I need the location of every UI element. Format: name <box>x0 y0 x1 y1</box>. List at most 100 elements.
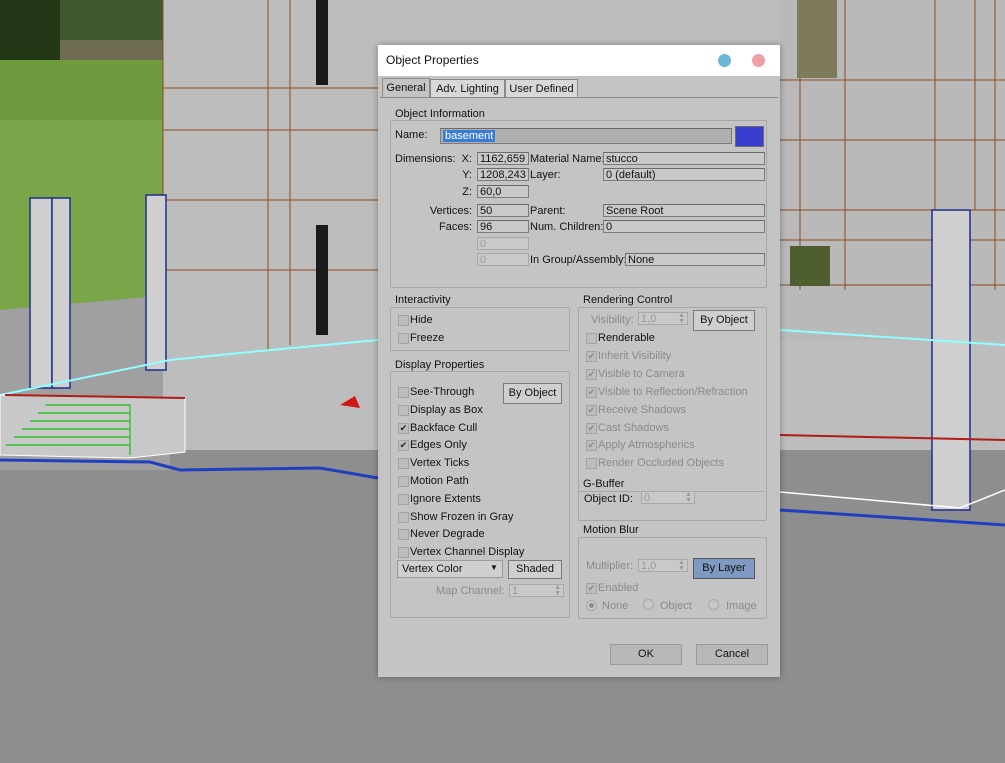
shaded-button[interactable]: Shaded <box>508 560 562 579</box>
group-assembly-field: None <box>625 253 765 266</box>
material-name-field: stucco <box>603 152 765 165</box>
visibility-value: 1,0 <box>641 313 657 325</box>
object-id-value: 0 <box>644 492 651 504</box>
vertex-color-value: Vertex Color <box>402 563 463 575</box>
material-name-label: Material Name: <box>530 153 605 165</box>
see-through-label: See-Through <box>410 386 475 398</box>
rendering-control-label: Rendering Control <box>581 294 675 306</box>
vertex-color-dropdown[interactable]: Vertex Color ▼ <box>397 560 503 578</box>
vertex-channel-display-label: Vertex Channel Display <box>410 546 525 559</box>
y-label: Y: <box>462 169 472 181</box>
visibility-spinner[interactable]: 1,0 ▲ ▼ <box>638 312 688 325</box>
x-label: X: <box>461 153 472 165</box>
receive-shadows-label: Receive Shadows <box>598 403 687 416</box>
multiplier-spinner[interactable]: 1,0 ▲ ▼ <box>638 559 688 572</box>
display-as-box-label: Display as Box <box>410 403 483 416</box>
tab-adv-lighting[interactable]: Adv. Lighting <box>430 79 505 98</box>
faces-field: 96 <box>477 220 529 233</box>
edges-only-label: Edges Only <box>410 439 467 452</box>
blur-image-label: Image <box>726 600 757 612</box>
vertex-channel-display-checkbox[interactable] <box>398 547 409 559</box>
apply-atmospherics-checkbox[interactable]: ✔ <box>586 440 597 452</box>
blur-object-radio[interactable] <box>643 599 654 610</box>
object-properties-dialog: Object Properties General Adv. Lighting … <box>378 45 780 677</box>
motion-blur-label: Motion Blur <box>581 524 641 536</box>
tab-divider <box>380 97 778 98</box>
object-information-label: Object Information <box>393 108 487 120</box>
blur-image-radio[interactable] <box>708 599 719 610</box>
render-occluded-objects-label: Render Occluded Objects <box>598 457 724 470</box>
visible-to-camera-label: Visible to Camera <box>598 367 685 380</box>
renderable-checkbox[interactable] <box>586 333 597 344</box>
dimensions-label: Dimensions: <box>395 153 456 165</box>
parent-field: Scene Root <box>603 204 765 217</box>
object-id-spinner[interactable]: 0 ▲ ▼ <box>641 491 695 504</box>
hide-checkbox[interactable] <box>398 315 409 326</box>
visible-to-reflection-refraction-label: Visible to Reflection/Refraction <box>598 385 748 398</box>
minimize-icon[interactable] <box>718 54 731 67</box>
z-label: Z: <box>462 186 472 198</box>
vertices-field: 50 <box>477 204 529 217</box>
motion-path-label: Motion Path <box>410 475 469 487</box>
visible-to-reflection-refraction-checkbox[interactable]: ✔ <box>586 386 597 398</box>
map-channel-value: 1 <box>512 585 519 597</box>
motion-path-checkbox[interactable] <box>398 476 409 487</box>
backface-cull-checkbox[interactable]: ✔ <box>398 422 409 434</box>
hide-label: Hide <box>410 314 433 326</box>
edges-only-checkbox[interactable]: ✔ <box>398 440 409 452</box>
display-by-object-button[interactable]: By Object <box>503 383 562 404</box>
spinner-arrows-icon: ▲ ▼ <box>678 559 685 572</box>
never-degrade-label: Never Degrade <box>410 528 485 541</box>
backface-cull-label: Backface Cull <box>410 421 478 434</box>
by-layer-button[interactable]: By Layer <box>693 558 755 579</box>
faces-label: Faces: <box>438 221 472 233</box>
motion-blur-enabled-checkbox[interactable]: ✔ <box>586 583 597 594</box>
multiplier-label: Multiplier: <box>586 560 634 572</box>
cancel-button[interactable]: Cancel <box>696 644 768 665</box>
ok-button[interactable]: OK <box>610 644 682 665</box>
spinner-arrows-icon: ▲ ▼ <box>554 584 561 597</box>
ignore-extents-label: Ignore Extents <box>410 492 481 505</box>
render-occluded-objects-checkbox[interactable] <box>586 458 597 470</box>
show-frozen-in-gray-label: Show Frozen in Gray <box>410 510 514 523</box>
dimension-y-field: 1208,243 <box>477 168 529 181</box>
object-color-swatch[interactable] <box>735 126 764 147</box>
tab-user-defined[interactable]: User Defined <box>505 79 578 98</box>
receive-shadows-checkbox[interactable]: ✔ <box>586 404 597 416</box>
name-input[interactable]: basement <box>440 128 732 144</box>
show-frozen-in-gray-checkbox[interactable] <box>398 511 409 523</box>
extra-count-field-2: 0 <box>477 253 529 266</box>
blur-none-radio[interactable] <box>586 600 597 611</box>
cast-shadows-label: Cast Shadows <box>598 421 669 434</box>
visible-to-camera-checkbox[interactable]: ✔ <box>586 368 597 380</box>
num-children-label: Num. Children: <box>530 221 604 233</box>
parent-label: Parent: <box>530 205 566 217</box>
never-degrade-checkbox[interactable] <box>398 529 409 541</box>
close-icon[interactable] <box>752 54 765 67</box>
inherit-visibility-checkbox[interactable]: ✔ <box>586 350 597 362</box>
multiplier-value: 1,0 <box>641 560 657 572</box>
name-label: Name: <box>395 129 428 141</box>
display-properties-label: Display Properties <box>393 359 487 371</box>
blur-object-label: Object <box>660 600 692 612</box>
extra-count-field-1: 0 <box>477 237 529 250</box>
vertex-ticks-checkbox[interactable] <box>398 458 409 470</box>
freeze-label: Freeze <box>410 332 445 344</box>
display-as-box-checkbox[interactable] <box>398 404 409 416</box>
freeze-checkbox[interactable] <box>398 333 409 344</box>
rendering-by-object-button[interactable]: By Object <box>693 310 755 331</box>
chevron-down-icon: ▼ <box>490 563 498 572</box>
map-channel-label: Map Channel: <box>436 585 505 597</box>
vertices-label: Vertices: <box>429 205 472 217</box>
see-through-checkbox[interactable] <box>398 387 409 398</box>
layer-field: 0 (default) <box>603 168 765 181</box>
visibility-label: Visibility: <box>591 314 634 326</box>
gbuffer-label: G-Buffer <box>581 478 627 490</box>
cast-shadows-checkbox[interactable]: ✔ <box>586 422 597 434</box>
ignore-extents-checkbox[interactable] <box>398 493 409 505</box>
num-children-field: 0 <box>603 220 765 233</box>
dimension-z-field: 60,0 <box>477 185 529 198</box>
tab-general[interactable]: General <box>382 78 430 98</box>
dialog-titlebar[interactable]: Object Properties <box>378 45 780 76</box>
map-channel-spinner[interactable]: 1 ▲ ▼ <box>509 584 564 597</box>
